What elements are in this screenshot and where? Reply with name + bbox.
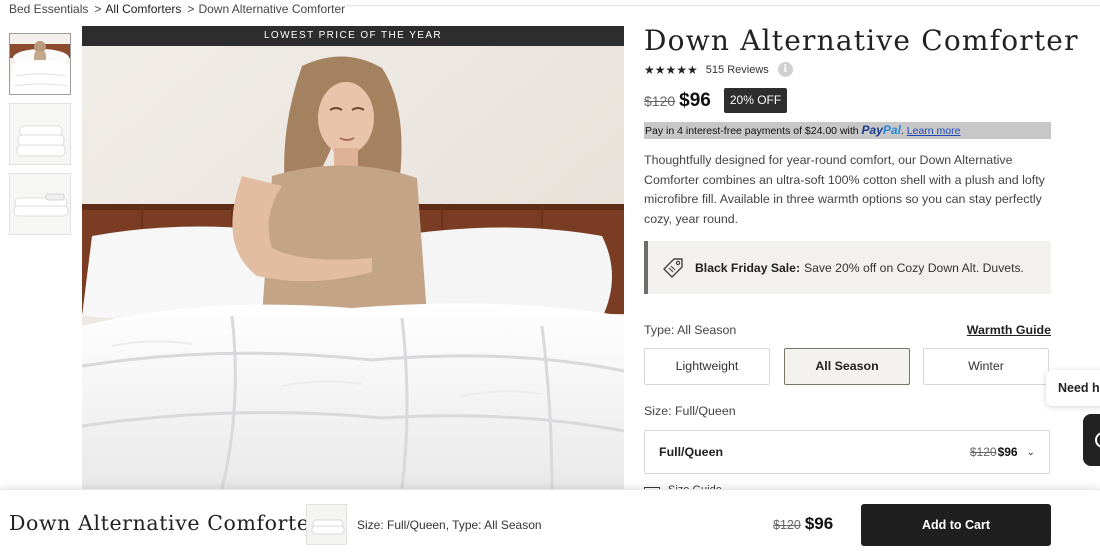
sticky-add-to-cart-bar: Down Alternative Comforter Size: Full/Qu… [0, 489, 1100, 557]
breadcrumb-all-comforters[interactable]: All Comforters [105, 2, 181, 16]
paypal-text: Pay in 4 interest-free payments of $24.0… [645, 125, 859, 137]
type-label: Type: All Season [644, 323, 737, 337]
product-hero-image[interactable]: LOWEST PRICE OF THE YEAR [82, 26, 624, 489]
type-option-winter[interactable]: Winter [923, 348, 1049, 385]
product-title: Down Alternative Comforter [644, 24, 1079, 57]
price-tag-icon [663, 257, 683, 278]
paypal-dot: . [900, 125, 904, 137]
paypal-logo-pal: Pal [882, 123, 901, 137]
gallery-thumbnails [9, 33, 71, 243]
paypal-logo-pay: Pay [861, 123, 883, 137]
breadcrumb-separator: > [187, 2, 195, 16]
type-option-all-season[interactable]: All Season [784, 348, 910, 385]
breadcrumb-current: Down Alternative Comforter [198, 2, 346, 16]
sale-price: $96 [679, 89, 711, 111]
black-friday-promo: Black Friday Sale: Save 20% off on Cozy … [644, 241, 1051, 294]
info-icon[interactable]: i [777, 62, 793, 77]
warmth-guide-link[interactable]: Warmth Guide [967, 323, 1051, 337]
breadcrumb: Bed Essentials > All Comforters > Down Alter… [9, 2, 345, 16]
original-price: $120 [644, 92, 676, 109]
rating-stars[interactable]: ★★★★★ [644, 63, 698, 77]
top-divider [345, 5, 1100, 6]
lowest-price-banner: LOWEST PRICE OF THE YEAR [82, 26, 624, 46]
paypal-logo: PayPal [862, 123, 901, 137]
chat-button[interactable] [1083, 414, 1100, 466]
chat-bubble-icon [1095, 432, 1100, 448]
sticky-price: $120 $96 [773, 514, 833, 534]
paypal-learn-more-link[interactable]: Learn more [907, 125, 961, 137]
size-sale-price: $96 [997, 445, 1018, 459]
size-select[interactable]: Full/Queen $120 $96 ⌄ [644, 430, 1050, 474]
thumbnail-folded-comforter[interactable] [9, 103, 71, 165]
sticky-product-thumbnail [306, 504, 347, 545]
discount-badge: 20% OFF [723, 88, 788, 113]
paypal-installments-banner: Pay in 4 interest-free payments of $24.0… [644, 122, 1051, 139]
breadcrumb-bed-essentials[interactable]: Bed Essentials [9, 2, 88, 16]
reviews-link[interactable]: 515 Reviews [706, 64, 769, 76]
promo-title: Black Friday Sale: [695, 260, 800, 275]
sticky-selection-summary: Size: Full/Queen, Type: All Season [357, 518, 542, 532]
size-original-price: $120 [969, 445, 997, 459]
add-to-cart-button[interactable]: Add to Cart [861, 504, 1051, 546]
need-help-button[interactable]: Need help? [1046, 370, 1100, 406]
thumbnail-stacked-comforter[interactable] [9, 173, 71, 235]
product-description: Thoughtfully designed for year-round com… [644, 153, 1045, 226]
sticky-original-price: $120 [773, 518, 801, 532]
chevron-down-icon: ⌄ [1026, 446, 1035, 458]
sticky-product-title: Down Alternative Comforter [9, 511, 320, 535]
promo-text: Save 20% off on Cozy Down Alt. Duvets. [804, 260, 1024, 275]
breadcrumb-separator: > [94, 2, 102, 16]
sticky-sale-price: $96 [804, 514, 834, 533]
size-label: Size: Full/Queen [644, 404, 736, 418]
size-selected-value: Full/Queen [659, 445, 724, 459]
hero-photo-illustration [82, 26, 624, 489]
price-row: $120 $96 20% OFF [644, 88, 788, 113]
rating-row: ★★★★★ 515 Reviews i [644, 62, 793, 77]
type-option-lightweight[interactable]: Lightweight [644, 348, 770, 385]
thumbnail-woman-on-comforter[interactable] [9, 33, 71, 95]
